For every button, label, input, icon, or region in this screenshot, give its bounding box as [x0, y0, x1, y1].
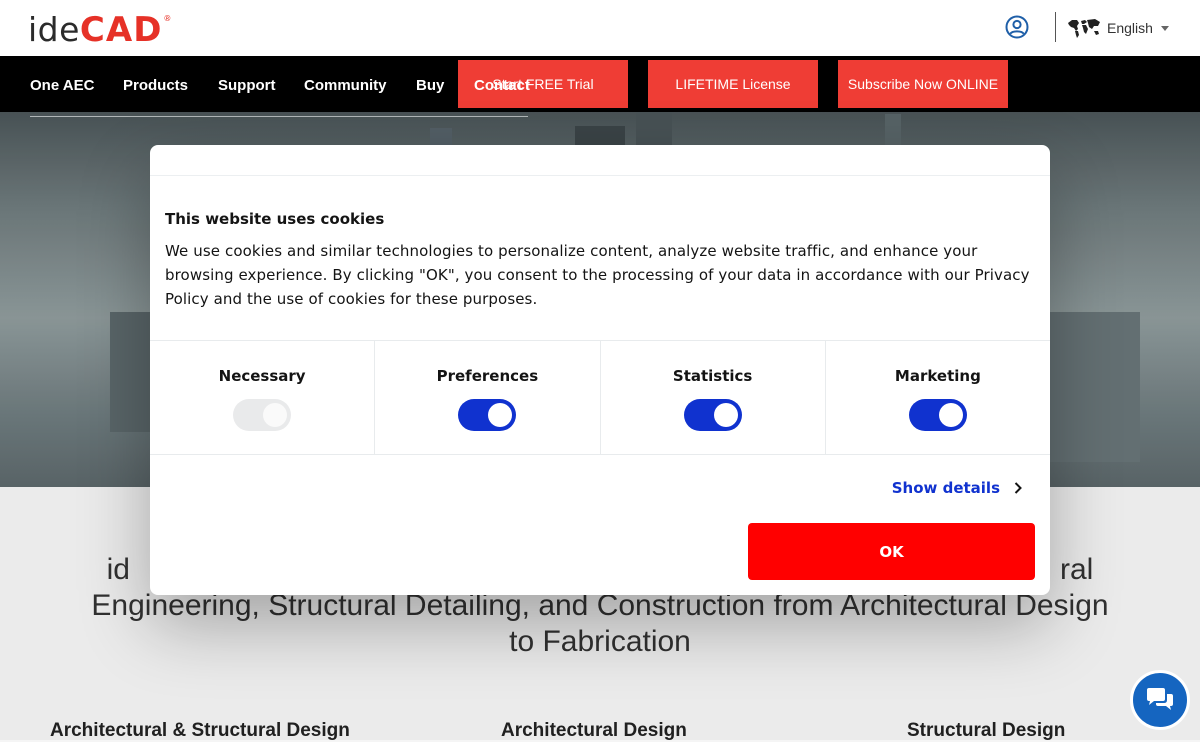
nav-item-community[interactable]: Community	[304, 77, 387, 94]
consent-cell-statistics: Statistics	[601, 341, 826, 454]
logo-text-cad: CAD	[79, 10, 163, 50]
dialog-divider	[150, 175, 1050, 176]
lifetime-license-button[interactable]: LIFETIME License	[648, 60, 818, 108]
cookie-dialog-body: We use cookies and similar technologies …	[165, 242, 1030, 308]
chevron-down-icon	[1160, 25, 1169, 31]
consent-label-necessary: Necessary	[218, 367, 306, 385]
consent-categories: Necessary Preferences Statistics Marketi…	[150, 340, 1050, 455]
nav-item-support[interactable]: Support	[218, 77, 276, 94]
show-details-label: Show details	[891, 479, 1000, 497]
subscribe-now-button[interactable]: Subscribe Now ONLINE	[838, 60, 1008, 108]
logo-text-ide: ide	[28, 10, 80, 49]
language-selector[interactable]: English	[1067, 17, 1169, 39]
lifetime-license-label: LIFETIME License	[675, 76, 791, 92]
nav-item-one-aec[interactable]: One AEC	[30, 77, 94, 94]
nav-item-contact[interactable]: Contact	[474, 77, 530, 94]
logo-registered-mark: ®	[163, 14, 172, 23]
ok-button-label: OK	[879, 542, 904, 561]
toggle-knob	[713, 403, 738, 427]
cookie-consent-dialog: This website uses cookies We use cookies…	[150, 145, 1050, 595]
user-circle-icon[interactable]	[1005, 15, 1029, 39]
toggle-knob	[488, 403, 513, 427]
ok-button[interactable]: OK	[748, 523, 1035, 580]
consent-cell-marketing: Marketing	[826, 341, 1050, 454]
header-divider	[1055, 12, 1056, 42]
nav-item-buy[interactable]: Buy	[416, 77, 444, 94]
toggle-knob	[263, 403, 288, 427]
language-label: English	[1107, 20, 1153, 36]
top-header: ide CAD ® English	[0, 0, 1200, 56]
consent-label-preferences: Preferences	[436, 367, 539, 385]
statistics-toggle[interactable]	[683, 399, 742, 431]
nav-item-products[interactable]: Products	[123, 77, 188, 94]
show-details-link[interactable]: Show details	[892, 479, 1022, 497]
chat-button[interactable]	[1130, 670, 1190, 730]
consent-label-marketing: Marketing	[894, 367, 981, 385]
chat-bubbles-icon	[1147, 688, 1173, 710]
consent-label-statistics: Statistics	[672, 367, 753, 385]
preferences-toggle[interactable]	[458, 399, 517, 431]
world-map-icon	[1068, 19, 1100, 38]
chevron-right-icon	[1014, 482, 1022, 494]
idecad-logo[interactable]: ide CAD ®	[28, 6, 171, 50]
main-nav: One AEC Products Support Community Buy S…	[0, 56, 1200, 112]
consent-cell-necessary: Necessary	[150, 341, 376, 454]
subscribe-now-label: Subscribe Now ONLINE	[847, 76, 999, 92]
toggle-knob	[938, 403, 963, 427]
consent-cell-preferences: Preferences	[375, 341, 601, 454]
necessary-toggle	[233, 399, 292, 431]
marketing-toggle[interactable]	[908, 399, 967, 431]
cookie-dialog-title: This website uses cookies	[165, 210, 385, 228]
